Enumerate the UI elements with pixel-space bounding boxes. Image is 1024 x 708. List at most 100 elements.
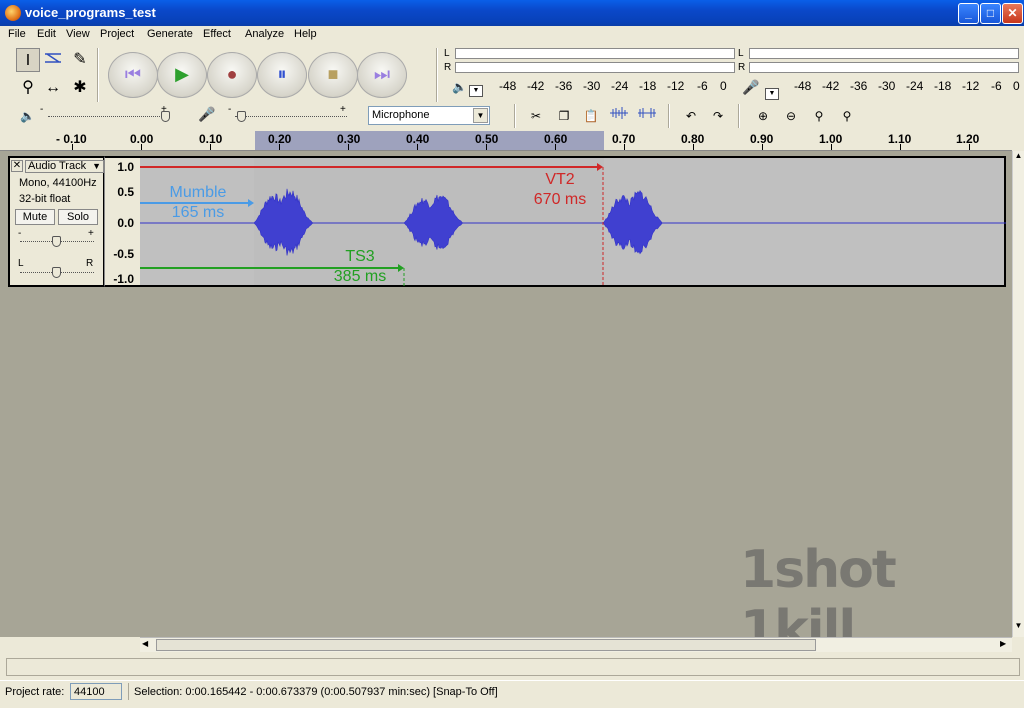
undo-icon[interactable]: ↶ xyxy=(680,106,702,126)
input-volume-slider[interactable] xyxy=(235,116,347,117)
menu-edit[interactable]: Edit xyxy=(37,28,56,40)
microphone-meter-icon[interactable]: 🎤 xyxy=(742,79,759,96)
track-format: Mono, 44100Hz xyxy=(19,177,97,189)
cut-icon[interactable]: ✂ xyxy=(525,106,547,126)
track-name-menu[interactable]: Audio Track ▼ xyxy=(25,160,104,173)
output-meter-right xyxy=(455,62,735,73)
draw-tool-icon[interactable]: ✎ xyxy=(68,48,92,72)
input-meter-left-label: L xyxy=(738,48,744,59)
output-volume-slider[interactable] xyxy=(48,116,168,117)
audio-burst xyxy=(403,194,480,250)
solo-button[interactable]: Solo xyxy=(58,209,98,225)
ruler-label: 0.60 xyxy=(544,132,568,146)
gain-minus: - xyxy=(18,228,22,239)
copy-icon[interactable]: ❐ xyxy=(553,106,575,126)
ruler-label: 0.10 xyxy=(199,132,223,146)
input-meter-left xyxy=(749,48,1019,59)
amplitude-scale: 1.0 0.5 0.0 -0.5 -1.0 xyxy=(104,156,140,287)
toolbar-separator xyxy=(738,104,740,128)
input-source-select[interactable]: Microphone ▼ xyxy=(368,106,490,125)
speaker-icon[interactable]: 🔈 xyxy=(452,80,467,94)
multi-tool-icon[interactable]: ✱ xyxy=(68,76,92,100)
waveform-display[interactable]: Mumble 165 ms TS3 385 ms VT2 670 ms xyxy=(140,156,1006,287)
chevron-down-icon: ▼ xyxy=(92,161,101,171)
pause-button[interactable]: ⏸ xyxy=(257,52,307,98)
meter-left-label: L xyxy=(444,48,450,59)
chevron-down-icon[interactable]: ▼ xyxy=(473,108,488,123)
play-button[interactable]: ▶ xyxy=(157,52,207,98)
track-control-panel: ✕ Audio Track ▼ Mono, 44100Hz 32-bit flo… xyxy=(8,156,105,287)
close-button[interactable]: ✕ xyxy=(1002,3,1023,24)
ruler-label: 0.80 xyxy=(681,132,705,146)
redo-icon[interactable]: ↷ xyxy=(707,106,729,126)
input-volume-knob[interactable] xyxy=(237,111,246,122)
skip-start-button[interactable]: ⏮ xyxy=(108,52,158,98)
fit-selection-icon[interactable]: ⚲ xyxy=(808,106,830,126)
fit-project-icon[interactable]: ⚲ xyxy=(836,106,858,126)
stop-button[interactable]: ■ xyxy=(308,52,358,98)
input-meter-right xyxy=(749,62,1019,73)
menu-effect[interactable]: Effect xyxy=(203,28,231,40)
ruler-label: 1.20 xyxy=(956,132,980,146)
output-meter-dropdown[interactable]: ▼ xyxy=(469,85,483,97)
track-gain-knob[interactable] xyxy=(52,236,61,247)
trim-icon[interactable] xyxy=(608,106,630,126)
menu-help[interactable]: Help xyxy=(294,28,317,40)
menu-generate[interactable]: Generate xyxy=(147,28,193,40)
maximize-button[interactable]: □ xyxy=(980,3,1001,24)
record-button[interactable]: ● xyxy=(207,52,257,98)
input-plus: + xyxy=(340,104,346,115)
audacity-app-icon xyxy=(5,5,21,21)
menu-view[interactable]: View xyxy=(66,28,90,40)
envelope-tool-icon[interactable] xyxy=(41,48,65,72)
project-rate-field[interactable]: 44100 xyxy=(70,683,122,700)
track-close-icon[interactable]: ✕ xyxy=(11,160,23,172)
minimize-button[interactable]: _ xyxy=(958,3,979,24)
zoom-out-icon[interactable]: ⊖ xyxy=(780,106,802,126)
timeshift-tool-icon[interactable]: ↔ xyxy=(41,76,65,100)
zoom-in-icon[interactable]: ⊕ xyxy=(752,106,774,126)
track-bits: 32-bit float xyxy=(19,193,71,205)
ruler-label: 0.90 xyxy=(750,132,774,146)
microphone-icon: 🎤 xyxy=(198,106,216,122)
input-minus: - xyxy=(228,104,232,115)
vt2-label: VT2 670 ms xyxy=(520,170,600,210)
selection-bar: Project rate: 44100 Selection: 0:00.1654… xyxy=(0,680,1024,708)
mumble-label: Mumble 165 ms xyxy=(158,183,238,223)
selection-tool-icon[interactable]: I xyxy=(16,48,40,72)
ruler-label: 0.50 xyxy=(475,132,499,146)
vertical-scrollbar[interactable]: ▲ ▼ xyxy=(1012,151,1024,637)
pan-left-label: L xyxy=(18,258,24,269)
vt2-name: VT2 xyxy=(545,171,575,188)
status-message-box xyxy=(6,658,1020,676)
scroll-right-icon[interactable]: ▶ xyxy=(1000,639,1006,648)
skip-end-button[interactable]: ⏭ xyxy=(357,52,407,98)
output-volume-knob[interactable] xyxy=(161,111,170,122)
volume-icon: 🔈 xyxy=(20,109,35,123)
ruler-label: 0.30 xyxy=(337,132,361,146)
meter-right-label: R xyxy=(444,62,452,73)
window-title: voice_programs_test xyxy=(25,5,156,20)
paste-icon[interactable]: 📋 xyxy=(580,106,602,126)
horizontal-scrollbar[interactable]: ◀ ▶ xyxy=(140,637,1012,652)
track-pan-knob[interactable] xyxy=(52,267,61,278)
scroll-up-icon[interactable]: ▲ xyxy=(1013,151,1024,165)
silence-icon[interactable] xyxy=(636,106,658,126)
menu-file[interactable]: File xyxy=(8,28,26,40)
input-source-value: Microphone xyxy=(372,109,430,121)
ruler-label: 1.10 xyxy=(888,132,912,146)
scroll-left-icon[interactable]: ◀ xyxy=(142,639,148,648)
menu-analyze[interactable]: Analyze xyxy=(245,28,284,40)
menu-project[interactable]: Project xyxy=(100,28,134,40)
input-meter-dropdown[interactable]: ▼ xyxy=(765,88,779,100)
timeline-ruler[interactable]: - 0.10 0.00 0.10 0.20 0.30 0.40 0.50 0.6… xyxy=(0,131,1012,151)
toolbar-separator xyxy=(668,104,670,128)
scrollbar-thumb[interactable] xyxy=(156,639,816,651)
audio-burst xyxy=(253,188,330,256)
gain-plus: + xyxy=(88,228,94,239)
scale-label: 0.0 xyxy=(117,216,134,230)
scroll-down-icon[interactable]: ▼ xyxy=(1013,621,1024,635)
zoom-tool-icon[interactable]: ⚲ xyxy=(16,76,40,100)
ruler-label: 0.00 xyxy=(130,132,154,146)
mute-button[interactable]: Mute xyxy=(15,209,55,225)
